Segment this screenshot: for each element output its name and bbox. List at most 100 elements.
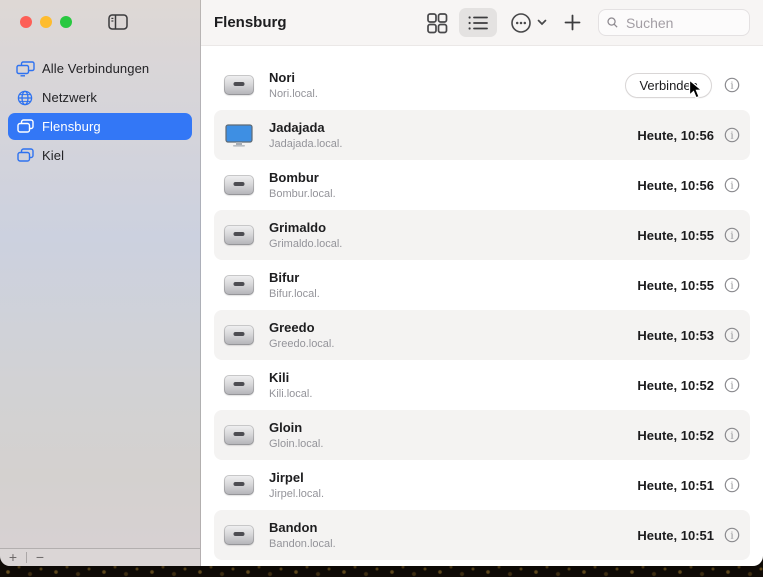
table-row[interactable]: Greedo Greedo.local. Heute, 10:53 i: [214, 310, 750, 360]
connection-host: Nori.local.: [269, 87, 318, 101]
mac-mini-icon: [224, 325, 254, 345]
connection-host: Greedo.local.: [269, 337, 334, 351]
connection-host: Bifur.local.: [269, 287, 320, 301]
more-options-button[interactable]: [510, 12, 547, 34]
table-row[interactable]: Grimaldo Grimaldo.local. Heute, 10:55 i: [214, 210, 750, 260]
group-icon: [15, 147, 35, 165]
sidebar-item-label: Flensburg: [42, 119, 101, 134]
sidebar: Alle Verbindungen Netzwerk: [0, 0, 201, 566]
mac-mini-icon: [224, 525, 254, 545]
info-icon[interactable]: i: [724, 327, 740, 343]
main-panel: Flensburg: [201, 0, 763, 566]
svg-text:i: i: [730, 80, 733, 91]
sidebar-item-alle-verbindungen[interactable]: Alle Verbindungen: [8, 55, 192, 82]
connection-name: Grimaldo: [269, 220, 342, 236]
display-icon: [224, 125, 254, 145]
last-connected-time: Heute, 10:51: [637, 478, 714, 493]
group-icon: [15, 118, 35, 136]
svg-text:i: i: [730, 380, 733, 391]
table-row[interactable]: Jadajada Jadajada.local. Heute, 10:56 i: [214, 110, 750, 160]
connection-name: Jirpel: [269, 470, 324, 486]
search-icon: [607, 16, 618, 29]
connection-name: Bandon: [269, 520, 336, 536]
sidebar-toggle-icon[interactable]: [108, 14, 128, 30]
last-connected-time: Heute, 10:55: [637, 278, 714, 293]
chevron-down-icon: [537, 19, 547, 26]
info-icon[interactable]: i: [724, 377, 740, 393]
last-connected-time: Heute, 10:53: [637, 328, 714, 343]
info-icon[interactable]: i: [724, 177, 740, 193]
connection-host: Grimaldo.local.: [269, 237, 342, 251]
sidebar-nav: Alle Verbindungen Netzwerk: [0, 55, 200, 169]
minimize-button[interactable]: [40, 16, 52, 28]
connection-host: Bandon.local.: [269, 537, 336, 551]
close-button[interactable]: [20, 16, 32, 28]
sidebar-item-label: Netzwerk: [42, 90, 97, 105]
search-input[interactable]: [624, 14, 741, 32]
sidebar-item-flensburg[interactable]: Flensburg: [8, 113, 192, 140]
grid-view-button[interactable]: [426, 12, 448, 34]
table-row[interactable]: Gloin Gloin.local. Heute, 10:52 i: [214, 410, 750, 460]
connection-name: Kili: [269, 370, 312, 386]
mac-mini-icon: [224, 225, 254, 245]
info-icon[interactable]: i: [724, 227, 740, 243]
connection-name: Nori: [269, 70, 318, 86]
info-icon[interactable]: i: [724, 77, 740, 93]
info-icon[interactable]: i: [724, 527, 740, 543]
last-connected-time: Heute, 10:52: [637, 428, 714, 443]
mac-mini-icon: [224, 175, 254, 195]
mac-mini-icon: [224, 425, 254, 445]
connection-list: Nori Nori.local. Verbinden i: [201, 46, 763, 566]
zoom-button[interactable]: [60, 16, 72, 28]
table-row[interactable]: Bombur Bombur.local. Heute, 10:56 i: [214, 160, 750, 210]
connection-name: Bifur: [269, 270, 320, 286]
last-connected-time: Heute, 10:55: [637, 228, 714, 243]
displays-icon: [15, 60, 35, 78]
sidebar-item-netzwerk[interactable]: Netzwerk: [8, 84, 192, 111]
sidebar-item-label: Alle Verbindungen: [42, 61, 149, 76]
add-button[interactable]: [564, 14, 581, 31]
mac-mini-icon: [224, 375, 254, 395]
connection-host: Jadajada.local.: [269, 137, 342, 151]
connection-name: Greedo: [269, 320, 334, 336]
app-window: Alle Verbindungen Netzwerk: [0, 0, 763, 566]
svg-text:i: i: [730, 180, 733, 191]
mac-mini-icon: [224, 275, 254, 295]
table-row[interactable]: Bandon Bandon.local. Heute, 10:51 i: [214, 510, 750, 560]
info-icon[interactable]: i: [724, 427, 740, 443]
table-row[interactable]: Nori Nori.local. Verbinden i: [214, 60, 750, 110]
last-connected-time: Heute, 10:52: [637, 378, 714, 393]
connection-name: Gloin: [269, 420, 323, 436]
globe-icon: [15, 89, 35, 107]
table-row[interactable]: Bifur Bifur.local. Heute, 10:55 i: [214, 260, 750, 310]
connection-host: Kili.local.: [269, 387, 312, 401]
search-field[interactable]: [598, 9, 750, 36]
table-row[interactable]: Kili Kili.local. Heute, 10:52 i: [214, 360, 750, 410]
svg-text:i: i: [730, 330, 733, 341]
connection-host: Gloin.local.: [269, 437, 323, 451]
window-controls: [0, 0, 200, 43]
add-connection-button[interactable]: +: [0, 550, 26, 565]
page-title: Flensburg: [214, 14, 287, 31]
last-connected-time: Heute, 10:56: [637, 178, 714, 193]
sidebar-spacer: [0, 169, 200, 548]
sidebar-item-kiel[interactable]: Kiel: [8, 142, 192, 169]
info-icon[interactable]: i: [724, 127, 740, 143]
svg-text:i: i: [730, 430, 733, 441]
mac-mini-icon: [224, 475, 254, 495]
list-view-button[interactable]: [459, 8, 497, 37]
last-connected-time: Heute, 10:51: [637, 528, 714, 543]
table-row[interactable]: Jirpel Jirpel.local. Heute, 10:51 i: [214, 460, 750, 510]
connection-host: Bombur.local.: [269, 187, 336, 201]
info-icon[interactable]: i: [724, 477, 740, 493]
last-connected-time: Heute, 10:56: [637, 128, 714, 143]
svg-text:i: i: [730, 280, 733, 291]
info-icon[interactable]: i: [724, 277, 740, 293]
desktop: Alle Verbindungen Netzwerk: [0, 0, 763, 577]
sidebar-item-label: Kiel: [42, 148, 64, 163]
connection-name: Jadajada: [269, 120, 342, 136]
toolbar: Flensburg: [201, 0, 763, 46]
remove-connection-button[interactable]: −: [27, 550, 53, 565]
sidebar-footer: + −: [0, 548, 200, 566]
connect-button[interactable]: Verbinden: [625, 73, 712, 98]
